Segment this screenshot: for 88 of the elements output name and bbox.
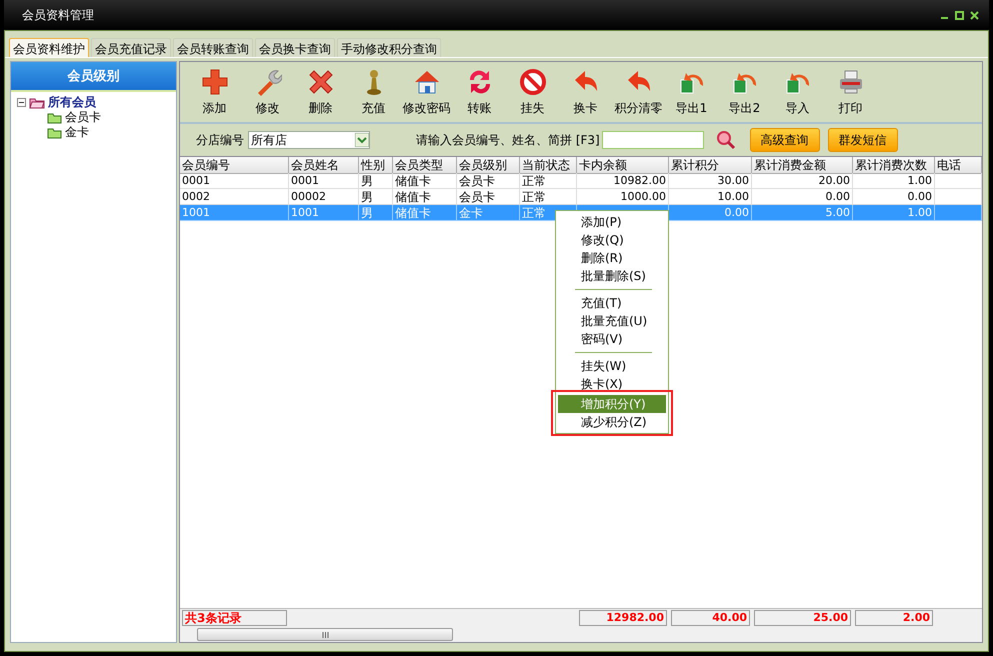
store-dropdown[interactable]: 所有店	[248, 131, 370, 149]
folder-icon	[47, 112, 62, 124]
tree-item[interactable]: 会员卡	[65, 109, 101, 126]
total-cell: 40.00	[671, 610, 750, 626]
menu-item[interactable]: 换卡(X)	[558, 375, 666, 393]
search-field[interactable]	[602, 131, 704, 149]
column-header[interactable]: 累计积分	[669, 157, 752, 174]
toolbar-button[interactable]: 导入	[771, 68, 824, 122]
prohibited-icon	[518, 68, 546, 96]
toolbar-button[interactable]: 导出2	[718, 68, 771, 122]
column-header[interactable]: 会员级别	[457, 157, 520, 174]
toolbar-button[interactable]: 添加	[188, 68, 241, 122]
column-header[interactable]: 会员姓名	[289, 157, 359, 174]
table-cell: 男	[359, 173, 393, 189]
tab[interactable]: 会员换卡查询	[255, 38, 335, 57]
column-header[interactable]: 电话	[935, 157, 982, 174]
toolbar-button[interactable]: 打印	[824, 68, 877, 122]
toolbar-button[interactable]: 转账	[453, 68, 506, 122]
table-cell: 0.00	[669, 205, 752, 221]
toolbar-button[interactable]: 导出1	[665, 68, 718, 122]
table-cell: 1001	[289, 205, 359, 221]
column-header[interactable]: 累计消费次数	[853, 157, 935, 174]
total-cell: 25.00	[754, 610, 851, 626]
toolbar-button[interactable]: 删除	[294, 68, 347, 122]
query-button[interactable]: 群发短信	[828, 128, 898, 152]
field-label: 请输入会员编号、姓名、简拼 [F3]	[416, 132, 600, 148]
query-button[interactable]: 高级查询	[750, 128, 820, 152]
table-cell: 1.00	[853, 205, 935, 221]
toolbar-button[interactable]: 修改	[241, 68, 294, 122]
cross-icon	[306, 68, 334, 96]
window-title: 会员资料管理	[22, 6, 95, 24]
total-cell: 2.00	[855, 610, 933, 626]
table-cell: 储值卡	[393, 173, 457, 189]
collapse-icon[interactable]	[17, 98, 26, 107]
table-cell: 金卡	[457, 205, 520, 221]
table-cell: 1.00	[853, 173, 935, 189]
table-cell: 男	[359, 205, 393, 221]
dropdown-arrow-icon	[355, 133, 369, 147]
total-cell: 12982.00	[579, 610, 667, 626]
record-count: 共3条记录	[182, 610, 287, 626]
folder-icon	[47, 126, 62, 138]
table-row[interactable]: 0001 0001 男 储值卡 会员卡 正常 10982.00 30.00 20.00 1.00	[180, 173, 982, 189]
column-header[interactable]: 当前状态	[520, 157, 577, 174]
column-header[interactable]: 累计消费金额	[752, 157, 853, 174]
table-cell: 0001	[180, 173, 289, 189]
column-header[interactable]: 卡内余额	[577, 157, 669, 174]
scrollbar-thumb[interactable]	[197, 628, 453, 641]
toolbar-button[interactable]: 充值	[347, 68, 400, 122]
search-icon[interactable]	[716, 130, 736, 150]
menu-item[interactable]: 减少积分(Z)	[558, 413, 666, 431]
table-cell: 20.00	[752, 173, 853, 189]
column-header[interactable]: 性别	[359, 157, 393, 174]
tree-item[interactable]: 所有会员	[48, 94, 96, 111]
menu-item[interactable]: 批量充值(U)	[558, 312, 666, 330]
menu-item[interactable]: 批量删除(S)	[558, 267, 666, 285]
table-cell: 10982.00	[577, 173, 669, 189]
close-icon[interactable]	[970, 10, 979, 20]
tab[interactable]: 会员资料维护	[9, 38, 89, 57]
table-cell: 5.00	[752, 205, 853, 221]
table-cell: 1001	[180, 205, 289, 221]
toolbar-button[interactable]: 修改密码	[400, 68, 453, 122]
maximize-icon[interactable]	[955, 10, 964, 20]
menu-item[interactable]: 密码(V)	[558, 330, 666, 348]
tab[interactable]: 手动修改积分查询	[337, 38, 441, 57]
toolbar-button[interactable]: 换卡	[559, 68, 612, 122]
menu-item[interactable]: 增加积分(Y)	[558, 395, 666, 413]
menu-item[interactable]: 修改(Q)	[558, 231, 666, 249]
sidebar-header: 会员级别	[11, 62, 176, 90]
table-cell: 30.00	[669, 173, 752, 189]
table-cell: 会员卡	[457, 173, 520, 189]
tab[interactable]: 会员充值记录	[91, 38, 171, 57]
plus-icon	[200, 68, 228, 96]
tree-item[interactable]: 金卡	[65, 124, 89, 141]
grip-icon	[322, 632, 328, 638]
table-cell: 正常	[520, 173, 577, 189]
table-cell: 0001	[289, 173, 359, 189]
toolbar-button[interactable]: 挂失	[506, 68, 559, 122]
column-header[interactable]: 会员类型	[393, 157, 457, 174]
house-icon	[412, 68, 440, 96]
column-header[interactable]: 会员编号	[180, 157, 289, 174]
toolbar-button[interactable]: 积分清零	[612, 68, 665, 122]
table-cell: 储值卡	[393, 205, 457, 221]
tab[interactable]: 会员转账查询	[173, 38, 253, 57]
menu-item[interactable]: 挂失(W)	[558, 357, 666, 375]
menu-item[interactable]: 删除(R)	[558, 249, 666, 267]
folder-icon	[29, 96, 45, 109]
field-label: 分店编号	[196, 132, 244, 148]
menu-item[interactable]: 充值(T)	[558, 294, 666, 312]
